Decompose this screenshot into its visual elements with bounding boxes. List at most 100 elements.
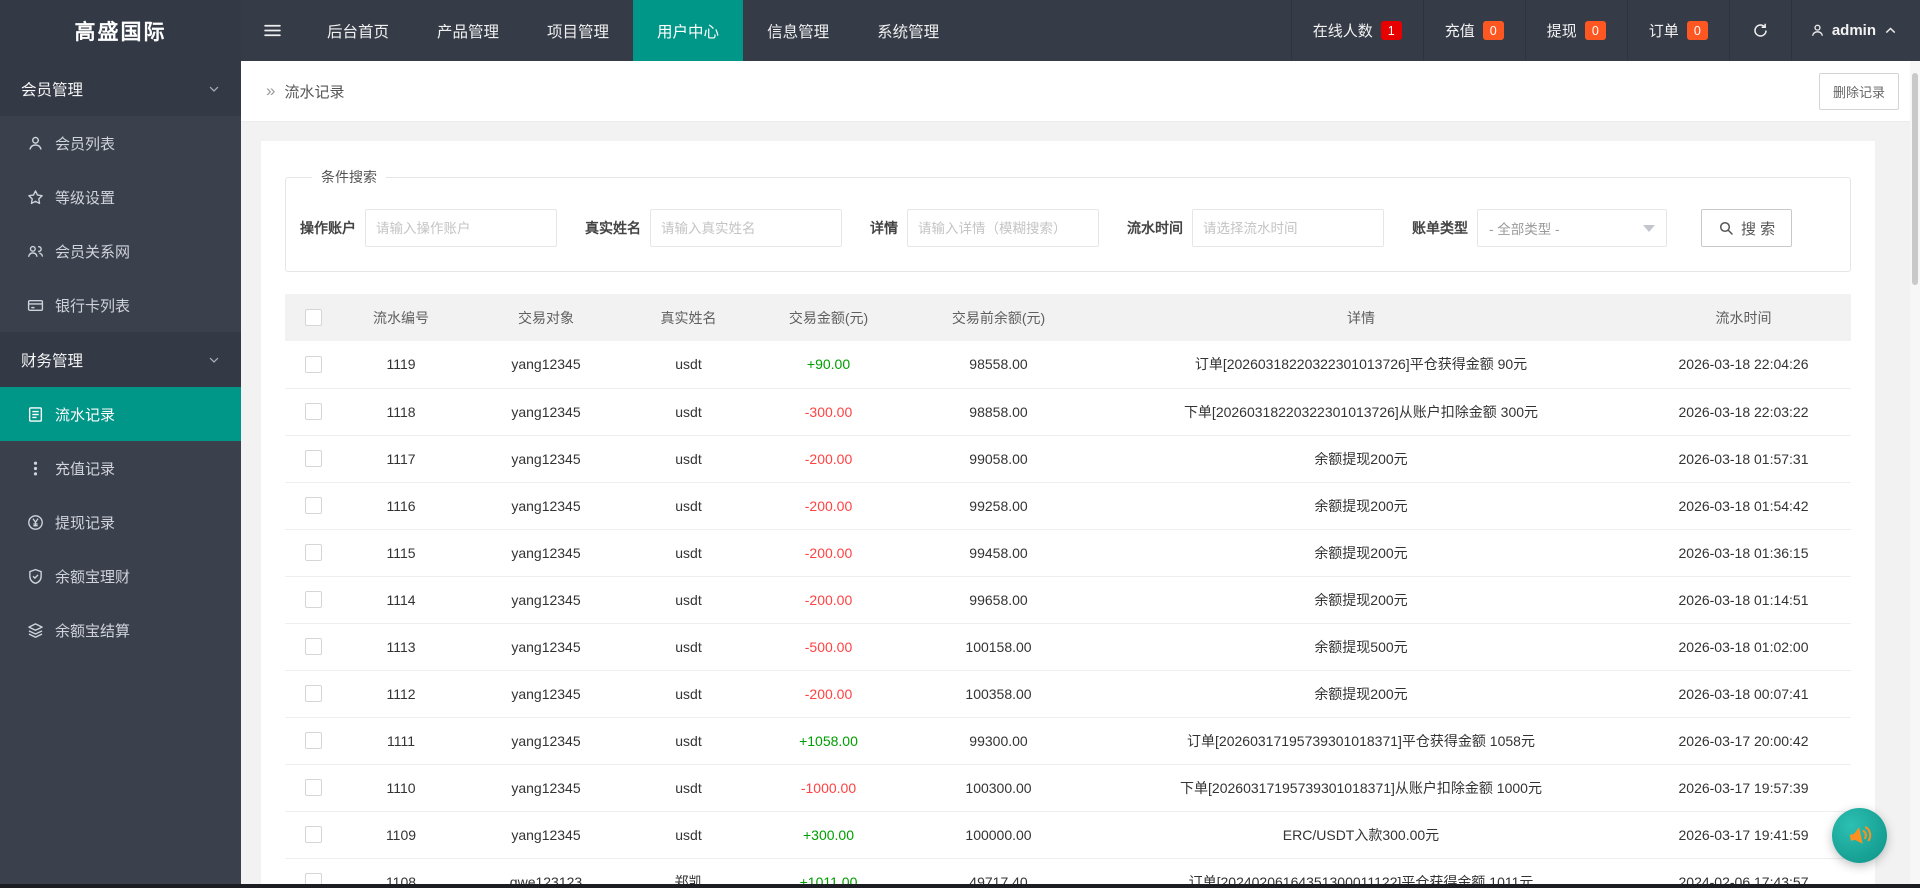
checkbox-cell — [285, 670, 341, 718]
customer-service-button[interactable] — [1832, 808, 1887, 863]
flow-id-cell: 1110 — [341, 764, 461, 812]
table-row: 1114 yang12345 usdt -200.00 99658.00 余额提… — [285, 576, 1851, 624]
balance-cell: 99058.00 — [911, 435, 1086, 483]
table-row: 1112 yang12345 usdt -200.00 100358.00 余额… — [285, 670, 1851, 718]
stat-badge: 1 — [1380, 21, 1402, 40]
search-legend: 条件搜索 — [321, 169, 377, 185]
row-checkbox[interactable] — [304, 356, 322, 374]
sidebar-section-label: 会员管理 — [21, 81, 84, 99]
checkbox-cell — [285, 529, 341, 577]
sidebar-item[interactable]: 余额宝理财 — [0, 549, 241, 603]
realname-cell: usdt — [631, 811, 746, 859]
stat-badge: 0 — [1482, 21, 1504, 40]
amount-cell: -200.00 — [746, 576, 911, 624]
sidebar-item-label: 银行卡列表 — [55, 297, 131, 315]
balance-cell: 100300.00 — [911, 764, 1086, 812]
search-field-input[interactable] — [365, 209, 557, 247]
sidebar-item-label: 会员关系网 — [55, 243, 131, 261]
topbar-stat[interactable]: 订单 0 — [1626, 0, 1729, 61]
account-cell: yang12345 — [461, 341, 631, 389]
bill-type-select[interactable]: - 全部类型 - — [1477, 209, 1667, 247]
checkbox-cell — [285, 388, 341, 436]
menu-toggle-button[interactable] — [241, 0, 303, 61]
sidebar-item[interactable]: 会员列表 — [0, 116, 241, 170]
field-label: 详情 — [870, 220, 898, 236]
sidebar-section-header[interactable]: 财务管理 — [0, 332, 241, 387]
topbar-stat[interactable]: 提现 0 — [1524, 0, 1627, 61]
sidebar-item[interactable]: 提现记录 — [0, 495, 241, 549]
checkbox-cell — [285, 717, 341, 765]
detail-cell: 余额提现200元 — [1086, 670, 1636, 718]
select-all-checkbox[interactable] — [304, 309, 322, 327]
topnav-item[interactable]: 系统管理 — [853, 0, 963, 61]
realname-cell: usdt — [631, 482, 746, 530]
amount-cell: -500.00 — [746, 623, 911, 671]
flow-id-cell: 1115 — [341, 529, 461, 577]
flow-id-cell: 1118 — [341, 388, 461, 436]
search-field-input[interactable] — [650, 209, 842, 247]
search-field-input[interactable] — [907, 209, 1099, 247]
row-checkbox[interactable] — [304, 732, 322, 750]
checkbox-cell — [285, 482, 341, 530]
topnav-item[interactable]: 后台首页 — [303, 0, 413, 61]
caret-down-icon — [1643, 224, 1655, 232]
list-icon — [27, 406, 44, 423]
sidebar-item[interactable]: 会员关系网 — [0, 224, 241, 278]
time-cell: 2026-03-18 01:36:15 — [1636, 529, 1851, 577]
sidebar-item-label: 等级设置 — [55, 189, 116, 207]
sidebar-item[interactable]: 充值记录 — [0, 441, 241, 495]
sidebar-item[interactable]: 流水记录 — [0, 387, 241, 441]
realname-cell: usdt — [631, 341, 746, 389]
search-field: 账单类型 - 全部类型 - — [1412, 209, 1667, 247]
flow-id-cell: 1114 — [341, 576, 461, 624]
refresh-button[interactable] — [1728, 0, 1791, 61]
sidebar-section-header[interactable]: 会员管理 — [0, 61, 241, 116]
page-title: 流水记录 — [284, 83, 345, 101]
flow-id-cell: 1112 — [341, 670, 461, 718]
hamburger-icon — [263, 21, 282, 40]
row-checkbox[interactable] — [304, 826, 322, 844]
detail-cell: 余额提现200元 — [1086, 482, 1636, 530]
person-icon — [27, 135, 44, 152]
table-row: 1118 yang12345 usdt -300.00 98858.00 下单[… — [285, 388, 1851, 436]
account-cell: yang12345 — [461, 623, 631, 671]
row-checkbox[interactable] — [304, 685, 322, 703]
topbar-stat[interactable]: 充值 0 — [1422, 0, 1525, 61]
row-checkbox[interactable] — [304, 779, 322, 797]
search-field-input[interactable] — [1192, 209, 1384, 247]
balance-cell: 99658.00 — [911, 576, 1086, 624]
row-checkbox[interactable] — [304, 403, 322, 421]
stat-label: 充值 — [1444, 23, 1475, 40]
scrollbar-track[interactable] — [1910, 61, 1920, 884]
topbar-stat[interactable]: 在线人数 1 — [1290, 0, 1423, 61]
realname-cell: usdt — [631, 435, 746, 483]
row-checkbox[interactable] — [304, 544, 322, 562]
realname-cell: usdt — [631, 717, 746, 765]
column-header: 交易金额(元) — [746, 294, 911, 341]
sidebar-item[interactable]: 银行卡列表 — [0, 278, 241, 332]
star-icon — [27, 189, 44, 206]
topnav-item[interactable]: 信息管理 — [743, 0, 853, 61]
row-checkbox[interactable] — [304, 638, 322, 656]
sidebar-item[interactable]: 余额宝结算 — [0, 603, 241, 657]
chevron-down-icon — [207, 353, 221, 367]
sidebar-item[interactable]: 等级设置 — [0, 170, 241, 224]
topnav-item[interactable]: 产品管理 — [413, 0, 523, 61]
realname-cell: usdt — [631, 670, 746, 718]
checkbox-cell — [285, 435, 341, 483]
app-logo: 高盛国际 — [0, 0, 241, 61]
user-menu[interactable]: admin — [1790, 0, 1920, 61]
topnav-item[interactable]: 项目管理 — [523, 0, 633, 61]
topnav-item[interactable]: 用户中心 — [633, 0, 744, 61]
field-label: 流水时间 — [1127, 220, 1183, 236]
row-checkbox[interactable] — [304, 591, 322, 609]
row-checkbox[interactable] — [304, 450, 322, 468]
scrollbar-thumb[interactable] — [1912, 73, 1918, 285]
sidebar: 会员管理 会员列表 等级设置 会员关系网 银行卡列表 财务管理 流水记录 充值记… — [0, 61, 241, 888]
flow-records-table: 流水编号 交易对象 真实姓名 交易金额(元) 交易前余额(元) 详情 流水时间 1119 y… — [285, 294, 1851, 888]
table-row: 1117 yang12345 usdt -200.00 99058.00 余额提… — [285, 435, 1851, 483]
detail-cell: 余额提现200元 — [1086, 576, 1636, 624]
search-button[interactable]: 搜 索 — [1701, 209, 1793, 247]
delete-records-button[interactable]: 删除记录 — [1818, 72, 1899, 110]
row-checkbox[interactable] — [304, 497, 322, 515]
